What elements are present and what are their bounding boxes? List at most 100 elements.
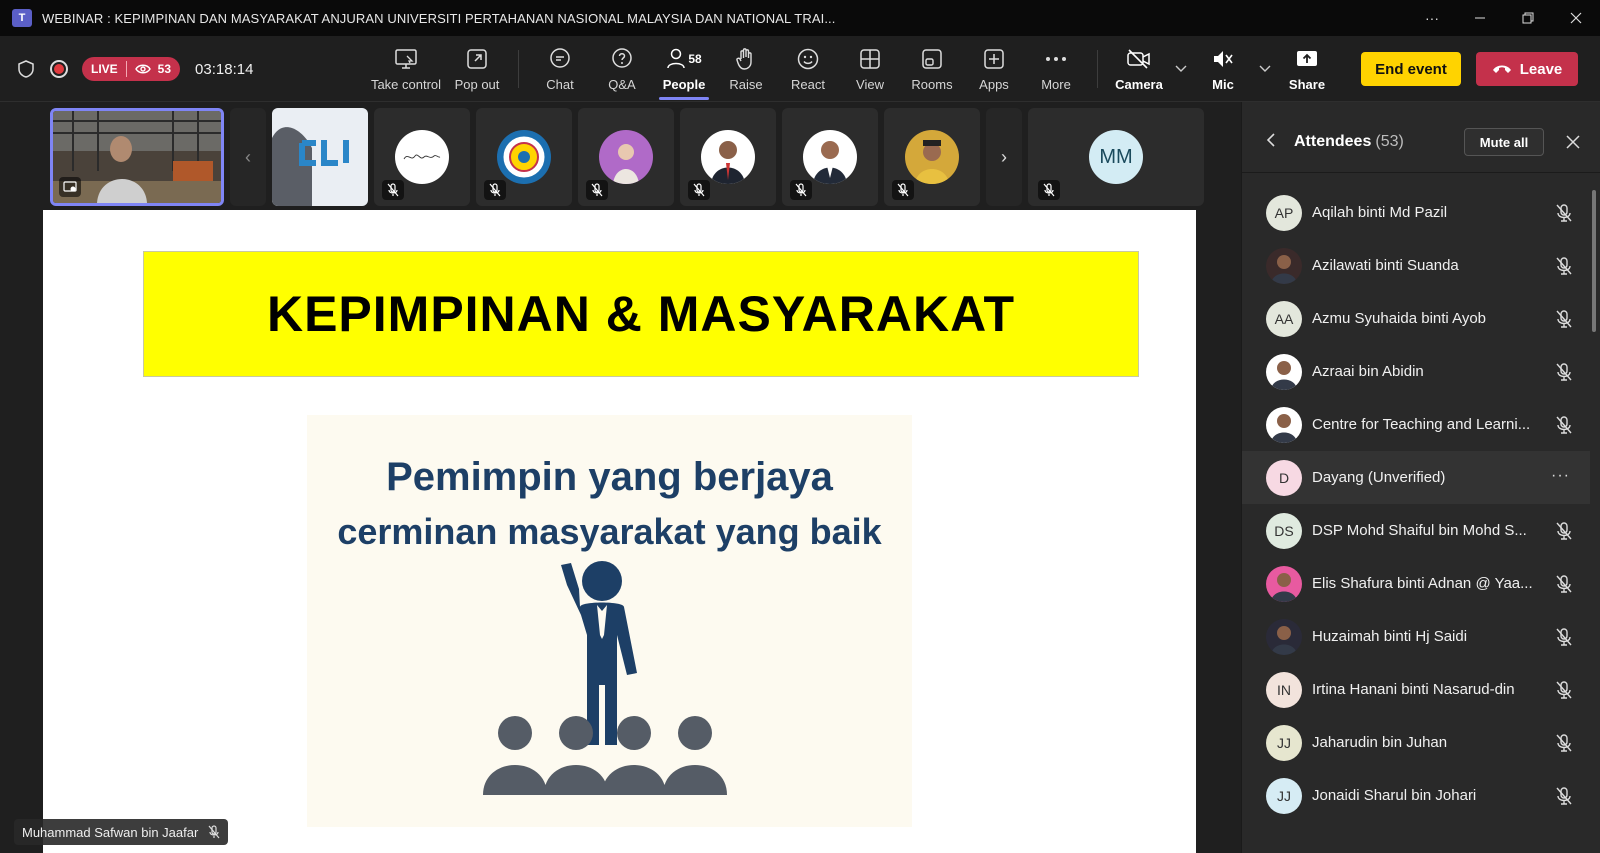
- view-button[interactable]: View: [839, 36, 901, 102]
- mic-muted-icon[interactable]: [1554, 309, 1574, 329]
- mute-all-button[interactable]: Mute all: [1464, 128, 1544, 156]
- attendee-row[interactable]: D Dayang (Unverified) ···: [1242, 451, 1590, 504]
- participant-tile[interactable]: [374, 108, 470, 206]
- react-button[interactable]: React: [777, 36, 839, 102]
- participant-tile[interactable]: [884, 108, 980, 206]
- avatar: JJ: [1266, 724, 1302, 761]
- mic-muted-icon[interactable]: [1554, 521, 1574, 541]
- live-badge[interactable]: LIVE 53: [82, 57, 181, 81]
- attendee-row[interactable]: JJ Jaharudin bin Juhan: [1242, 716, 1590, 769]
- back-button[interactable]: [1266, 132, 1286, 153]
- more-label: More: [1041, 77, 1071, 92]
- raise-hand-icon: [736, 48, 752, 70]
- mic-options-chevron-down-icon[interactable]: [1254, 36, 1276, 102]
- meeting-timer: 03:18:14: [195, 60, 254, 78]
- mic-muted-icon[interactable]: [1554, 574, 1574, 594]
- window-controls: ···: [1408, 0, 1600, 36]
- attendee-row[interactable]: Centre for Teaching and Learni...: [1242, 398, 1590, 451]
- teams-app-icon: T: [12, 9, 32, 27]
- apps-button[interactable]: Apps: [963, 36, 1025, 102]
- participant-tile[interactable]: [578, 108, 674, 206]
- mic-muted-icon[interactable]: [1554, 256, 1574, 276]
- mic-button[interactable]: Mic: [1192, 36, 1254, 102]
- screen-share-indicator-icon: [59, 177, 81, 197]
- more-button[interactable]: More: [1025, 36, 1087, 102]
- participant-tile[interactable]: [476, 108, 572, 206]
- end-event-button[interactable]: End event: [1361, 52, 1461, 86]
- close-icon: [1570, 12, 1582, 24]
- take-control-button[interactable]: Take control: [366, 36, 446, 102]
- toolbar-divider: [518, 50, 519, 88]
- avatar: [1266, 353, 1302, 390]
- rooms-label: Rooms: [911, 77, 953, 92]
- mic-muted-icon[interactable]: [1554, 415, 1574, 435]
- apps-label: Apps: [979, 77, 1009, 92]
- raise-hand-button[interactable]: Raise: [715, 36, 777, 102]
- avatar: AP: [1266, 194, 1302, 231]
- attendee-list-scrollbar[interactable]: [1592, 190, 1596, 332]
- restore-icon: [1522, 12, 1534, 24]
- camera-options-chevron-down-icon[interactable]: [1170, 36, 1192, 102]
- minimize-button[interactable]: [1456, 0, 1504, 36]
- participant-tile[interactable]: [782, 108, 878, 206]
- close-panel-button[interactable]: [1559, 128, 1587, 156]
- window-title: WEBINAR : KEPIMPINAN DAN MASYARAKAT ANJU…: [42, 10, 836, 26]
- mic-muted-icon[interactable]: [1554, 680, 1574, 700]
- attendee-row[interactable]: Elis Shafura binti Adnan @ Yaa...: [1242, 557, 1590, 610]
- participant-tile[interactable]: MM: [1028, 108, 1204, 206]
- participant-avatar: [395, 130, 449, 184]
- attendee-row[interactable]: Azilawati binti Suanda: [1242, 239, 1590, 292]
- recording-icon[interactable]: [50, 60, 68, 78]
- mic-muted-icon: [688, 180, 710, 200]
- more-dots-icon: [1046, 57, 1066, 61]
- attendee-row[interactable]: JJ Jonaidi Sharul bin Johari: [1242, 769, 1590, 822]
- avatar: JJ: [1266, 777, 1302, 814]
- share-button[interactable]: Share: [1276, 36, 1338, 102]
- pop-out-icon: [467, 49, 487, 69]
- leave-button[interactable]: Leave: [1476, 52, 1578, 86]
- mic-muted-icon: [790, 180, 812, 200]
- slide-title: KEPIMPINAN & MASYARAKAT: [266, 286, 1016, 342]
- participant-tile[interactable]: [680, 108, 776, 206]
- hang-up-icon: [1492, 65, 1511, 73]
- attendee-row[interactable]: IN Irtina Hanani binti Nasarud-din: [1242, 663, 1590, 716]
- qa-button[interactable]: Q&A: [591, 36, 653, 102]
- mic-muted-icon[interactable]: [1554, 627, 1574, 647]
- panel-title: Attendees: [1294, 133, 1372, 150]
- more-options-icon[interactable]: ···: [1551, 467, 1570, 485]
- participant-video: [272, 108, 368, 206]
- chevron-left-icon: [1266, 132, 1275, 147]
- attendee-row[interactable]: Huzaimah binti Hj Saidi: [1242, 610, 1590, 663]
- strip-previous-button[interactable]: ‹: [230, 108, 266, 206]
- attendee-row[interactable]: Azraai bin Abidin: [1242, 345, 1590, 398]
- chat-button[interactable]: Chat: [529, 36, 591, 102]
- rooms-button[interactable]: Rooms: [901, 36, 963, 102]
- pop-out-button[interactable]: Pop out: [446, 36, 508, 102]
- attendee-row[interactable]: AP Aqilah binti Md Pazil: [1242, 186, 1590, 239]
- shield-icon[interactable]: [16, 59, 36, 79]
- mic-muted-icon[interactable]: [1554, 733, 1574, 753]
- avatar: [1266, 247, 1302, 284]
- restore-button[interactable]: [1504, 0, 1552, 36]
- attendee-row[interactable]: AA Azmu Syuhaida binti Ayob: [1242, 292, 1590, 345]
- participant-video-tile[interactable]: [272, 108, 368, 206]
- people-button[interactable]: 58 People: [653, 36, 715, 102]
- presenter-video-tile[interactable]: [50, 108, 224, 206]
- strip-next-button[interactable]: ›: [986, 108, 1022, 206]
- attendee-row[interactable]: DS DSP Mohd Shaiful bin Mohd S...: [1242, 504, 1590, 557]
- share-label: Share: [1288, 77, 1326, 92]
- share-screen-icon: [1297, 51, 1317, 66]
- attendee-name: Elis Shafura binti Adnan @ Yaa...: [1312, 575, 1533, 592]
- close-window-button[interactable]: [1552, 0, 1600, 36]
- title-bar: T WEBINAR : KEPIMPINAN DAN MASYARAKAT AN…: [0, 0, 1600, 36]
- mic-muted-icon[interactable]: [1554, 362, 1574, 382]
- presenter-name-tag: Muhammad Safwan bin Jaafar: [14, 819, 229, 845]
- mic-muted-icon[interactable]: [1554, 203, 1574, 223]
- more-options-icon[interactable]: ···: [1408, 0, 1456, 36]
- mic-muted-icon[interactable]: [1554, 786, 1574, 806]
- camera-button[interactable]: Camera: [1108, 36, 1170, 102]
- mic-muted-icon: [382, 180, 404, 200]
- participant-avatar: [803, 130, 857, 184]
- avatar: D: [1266, 459, 1302, 496]
- avatar: [1266, 618, 1302, 655]
